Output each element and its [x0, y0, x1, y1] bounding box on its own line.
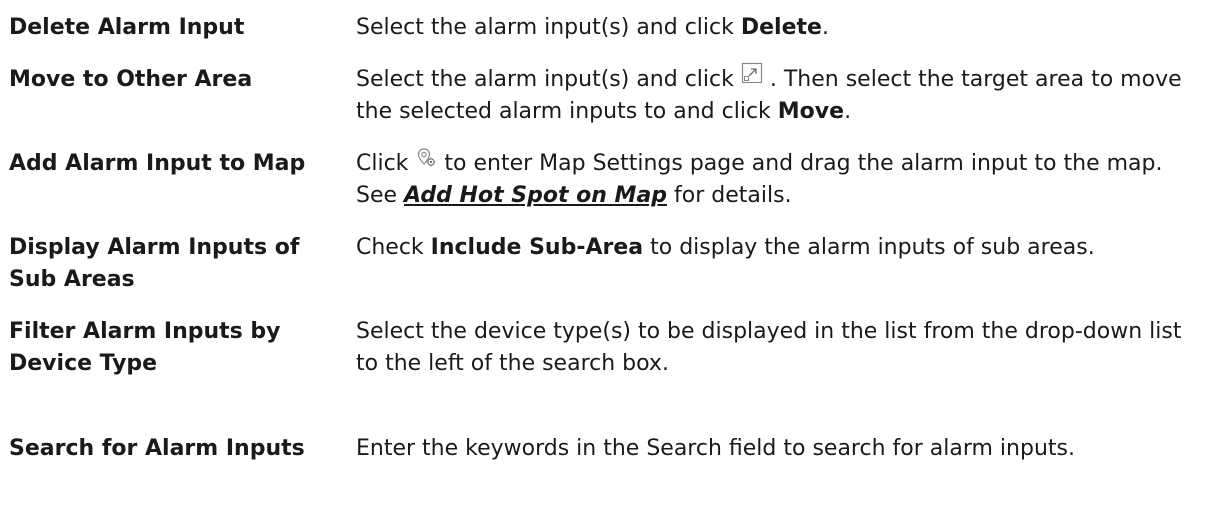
- desc-filter-by-device-type: Select the device type(s) to be displaye…: [356, 319, 1182, 376]
- term-add-alarm-input-to-map: Add Alarm Input to Map: [9, 151, 306, 176]
- desc-search-alarm-inputs: Enter the keywords in the Search field t…: [356, 436, 1075, 461]
- term-display-sub-areas: Display Alarm Inputs of Sub Areas: [9, 235, 300, 292]
- move-keyword: Move: [777, 99, 845, 124]
- term-move-to-other-area: Move to Other Area: [9, 67, 253, 92]
- desc-move-to-other-area: Select the alarm input(s) and click . Th…: [356, 62, 1201, 128]
- desc-display-sub-areas: Check Include Sub-Area to display the al…: [356, 235, 1095, 260]
- term-delete-alarm-input: Delete Alarm Input: [9, 15, 245, 40]
- term-filter-by-device-type: Filter Alarm Inputs by Device Type: [9, 319, 281, 376]
- desc-delete-alarm-input: Select the alarm input(s) and click Dele…: [356, 15, 829, 40]
- delete-keyword: Delete: [740, 15, 822, 40]
- map-settings-icon: [415, 146, 437, 178]
- desc-add-alarm-input-to-map: Click to enter Map Settings page and dra…: [356, 148, 1201, 212]
- move-to-area-icon: [741, 62, 763, 94]
- term-search-alarm-inputs: Search for Alarm Inputs: [9, 436, 305, 461]
- include-sub-area-keyword: Include Sub-Area: [430, 235, 644, 260]
- add-hot-spot-link[interactable]: Add Hot Spot on Map: [404, 183, 667, 208]
